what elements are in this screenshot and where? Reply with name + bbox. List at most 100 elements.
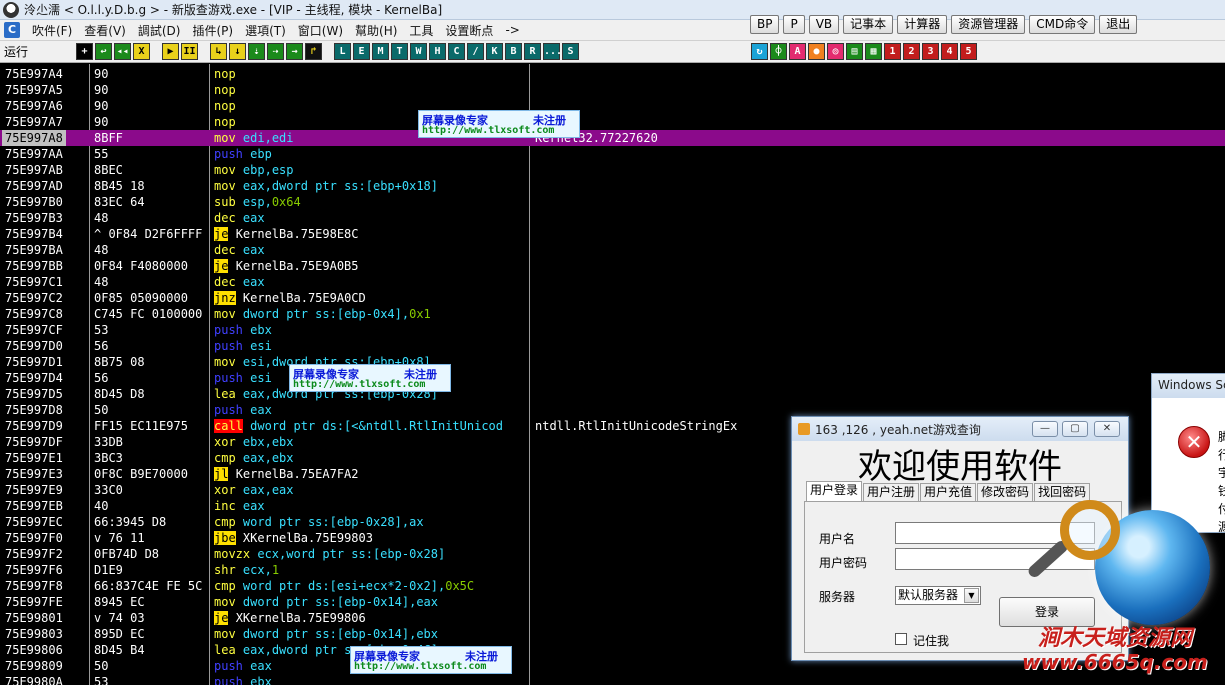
- disasm-row[interactable]: 75E997A6 90 nop: [0, 98, 1225, 114]
- cpu-window-button[interactable]: C: [448, 43, 465, 60]
- disasm-row[interactable]: 75E9980A 53 push ebx: [0, 674, 1225, 685]
- row-address: 75E997C2: [5, 291, 63, 305]
- open-icon[interactable]: +: [76, 43, 93, 60]
- disasm-row[interactable]: 75E997A8 8BFF mov edi,edi Kernel32.77227620: [0, 130, 1225, 146]
- p-button[interactable]: P: [783, 15, 805, 34]
- login-dialog-titlebar[interactable]: 163 ,126 , yeah.net游戏查询 — ▢ ✕: [792, 417, 1128, 441]
- run-trace-window-button[interactable]: ...: [543, 43, 562, 60]
- disasm-row[interactable]: 75E997B4 ^ 0F84 D2F6FFFF je KernelBa.75E98…: [0, 226, 1225, 242]
- disasm-row[interactable]: 75E997B3 48 dec eax: [0, 210, 1225, 226]
- disasm-row[interactable]: 75E997C8 C745 FC 0100000 mov dword ptr ss:…: [0, 306, 1225, 322]
- disasm-row[interactable]: 75E997A5 90 nop: [0, 82, 1225, 98]
- slot-2-button[interactable]: 2: [903, 43, 920, 60]
- record-icon[interactable]: ●: [808, 43, 825, 60]
- menu-options[interactable]: 選項(T): [239, 22, 292, 39]
- pause-icon[interactable]: II: [181, 43, 198, 60]
- tab-change-password[interactable]: 修改密码: [977, 483, 1034, 501]
- chevron-down-icon[interactable]: ▼: [964, 588, 979, 603]
- menu-file[interactable]: 吹件(F): [26, 22, 78, 39]
- source-window-button[interactable]: S: [562, 43, 579, 60]
- close-button[interactable]: ✕: [1094, 421, 1120, 437]
- row-operand: KernelBa.75E9A0B5: [235, 259, 359, 273]
- menu-tools[interactable]: 工具: [403, 22, 439, 39]
- menu-arrow[interactable]: ->: [499, 23, 525, 37]
- slot-5-button[interactable]: 5: [960, 43, 977, 60]
- menu-set-breakpoint[interactable]: 设置断点: [439, 22, 499, 39]
- disasm-row[interactable]: 75E997AB 8BEC mov ebp,esp: [0, 162, 1225, 178]
- tab-user-recharge[interactable]: 用户充值: [920, 483, 977, 501]
- explorer-button[interactable]: 资源管理器: [951, 15, 1026, 34]
- row-operand: esp,: [242, 195, 272, 209]
- target-icon[interactable]: ◎: [827, 43, 844, 60]
- app-icon: [798, 423, 810, 435]
- row-address: 75E997B4: [5, 227, 63, 241]
- step-over-icon[interactable]: ↓: [229, 43, 246, 60]
- threads-window-button[interactable]: T: [391, 43, 408, 60]
- slot-4-button[interactable]: 4: [941, 43, 958, 60]
- restart-icon[interactable]: ↩: [95, 43, 112, 60]
- menu-view[interactable]: 查看(V): [78, 22, 132, 39]
- vb-button[interactable]: VB: [808, 15, 840, 34]
- disasm-row[interactable]: 75E997A7 90 nop: [0, 114, 1225, 130]
- row-hex-bytes: 8D45 B4: [94, 643, 145, 657]
- disasm-row[interactable]: 75E997BB 0F84 F4080000 je KernelBa.75E9A0B…: [0, 258, 1225, 274]
- menu-plugins[interactable]: 插件(P): [186, 22, 239, 39]
- row-operand: 0x5C: [445, 579, 475, 593]
- disasm-row[interactable]: 75E997A4 90 nop: [0, 66, 1225, 82]
- tab-user-register[interactable]: 用户注册: [863, 483, 920, 501]
- a-icon[interactable]: A: [789, 43, 806, 60]
- disasm-row[interactable]: 75E997B0 83EC 64 sub esp,0x64: [0, 194, 1225, 210]
- list-icon[interactable]: ▤: [846, 43, 863, 60]
- disasm-row[interactable]: 75E997AA 55 push ebp: [0, 146, 1225, 162]
- disasm-row[interactable]: 75E997D5 8D45 D8 lea eax,dword ptr ss:[ebp…: [0, 386, 1225, 402]
- references-window-button[interactable]: R: [524, 43, 541, 60]
- minimize-button[interactable]: —: [1032, 421, 1058, 437]
- grid-icon[interactable]: ▦: [865, 43, 882, 60]
- close-icon[interactable]: X: [133, 43, 150, 60]
- breakpoints-window-button[interactable]: B: [505, 43, 522, 60]
- plugin-icon[interactable]: ⌽: [770, 43, 787, 60]
- memory-window-button[interactable]: M: [372, 43, 389, 60]
- cpu-icon[interactable]: C: [4, 22, 20, 38]
- cmd-button[interactable]: CMD命令: [1029, 15, 1096, 34]
- menu-window[interactable]: 窗口(W): [292, 22, 349, 39]
- goto-icon[interactable]: ↱: [305, 43, 322, 60]
- tab-recover-password[interactable]: 找回密码: [1034, 483, 1091, 501]
- disasm-row[interactable]: 75E997BA 48 dec eax: [0, 242, 1225, 258]
- disasm-row[interactable]: 75E997CF 53 push ebx: [0, 322, 1225, 338]
- exit-button[interactable]: 退出: [1099, 15, 1138, 34]
- step-into-icon[interactable]: ↳: [210, 43, 227, 60]
- notepad-button[interactable]: 记事本: [843, 15, 894, 34]
- run-icon[interactable]: ▶: [162, 43, 179, 60]
- patches-window-button[interactable]: /: [467, 43, 484, 60]
- disasm-row[interactable]: 75E997C2 0F85 05090000 jnz KernelBa.75E9A0…: [0, 290, 1225, 306]
- refresh-icon[interactable]: ↻: [751, 43, 768, 60]
- remember-checkbox[interactable]: [895, 633, 907, 645]
- handles-window-button[interactable]: H: [429, 43, 446, 60]
- disasm-row[interactable]: 75E997C1 48 dec eax: [0, 274, 1225, 290]
- row-disassembly: mov eax,dword ptr ss:[ebp+0x18]: [214, 178, 438, 194]
- log-window-button[interactable]: L: [334, 43, 351, 60]
- menu-help[interactable]: 幫助(H): [349, 22, 403, 39]
- maximize-button[interactable]: ▢: [1062, 421, 1088, 437]
- watermark-overlay: 屏幕录像专家 未注册 http://www.tlxsoft.com: [289, 364, 451, 392]
- row-address: 75E997B3: [5, 211, 63, 225]
- disasm-row[interactable]: 75E997D1 8B75 08 mov esi,dword ptr ss:[ebp…: [0, 354, 1225, 370]
- execute-till-return-icon[interactable]: →: [286, 43, 303, 60]
- modules-window-button[interactable]: E: [353, 43, 370, 60]
- server-select[interactable]: 默认服务器 ▼: [895, 586, 981, 605]
- slot-1-button[interactable]: 1: [884, 43, 901, 60]
- bp-button[interactable]: BP: [750, 15, 780, 34]
- menu-debug[interactable]: 調試(D): [132, 22, 187, 39]
- tab-user-login[interactable]: 用户登录: [806, 481, 863, 501]
- windows-window-button[interactable]: W: [410, 43, 427, 60]
- calculator-button[interactable]: 计算器: [897, 15, 948, 34]
- trace-into-icon[interactable]: ⇣: [248, 43, 265, 60]
- disasm-row[interactable]: 75E997D0 56 push esi: [0, 338, 1225, 354]
- trace-over-icon[interactable]: ⇢: [267, 43, 284, 60]
- disasm-row[interactable]: 75E997D4 56 push esi: [0, 370, 1225, 386]
- rewind-icon[interactable]: ◂◂: [114, 43, 131, 60]
- slot-3-button[interactable]: 3: [922, 43, 939, 60]
- disasm-row[interactable]: 75E997AD 8B45 18 mov eax,dword ptr ss:[ebp…: [0, 178, 1225, 194]
- call-stack-window-button[interactable]: K: [486, 43, 503, 60]
